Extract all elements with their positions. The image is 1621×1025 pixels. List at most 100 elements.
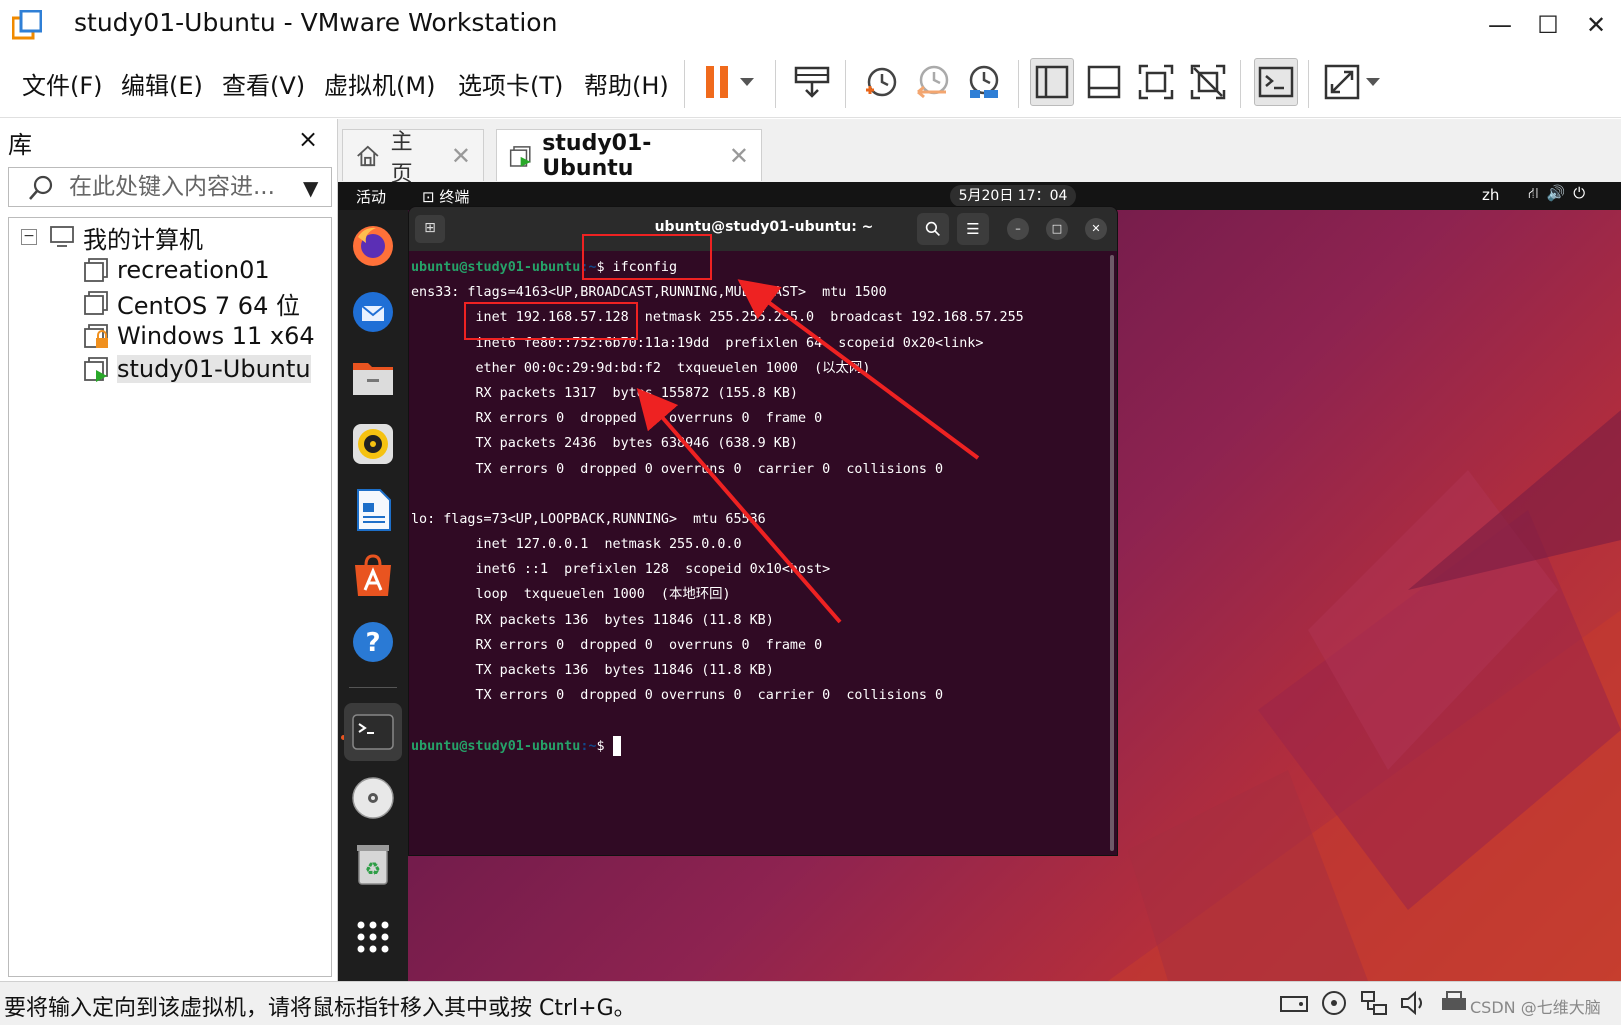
help-icon: ? [353,622,393,662]
hamburger-icon: ☰ [966,220,980,238]
tree-item-label: recreation01 [117,256,270,284]
terminal-scrollbar[interactable] [1110,255,1114,851]
toolbar-separator [1308,60,1309,108]
dock-help[interactable]: ? [349,618,397,666]
clock[interactable]: 5月20日 17：04 [950,185,1076,207]
tree-item-study01-ubuntu[interactable]: study01-Ubuntu [83,353,311,385]
tree-item-recreation01[interactable]: recreation01 [83,254,270,286]
app-center-icon [355,554,391,596]
maximize-button[interactable]: ☐ [1528,8,1568,42]
menu-view[interactable]: 查看(V) [222,66,305,101]
dock-dvd[interactable] [349,774,397,822]
prompt-user: ubuntu@study01-ubuntu [411,738,581,754]
network-adapter-icon[interactable] [1358,988,1390,1018]
cd-drive-icon[interactable] [1318,988,1350,1018]
tree-root-my-computer[interactable]: 我的计算机 [49,221,203,254]
terminal-close-button[interactable]: ✕ [1085,218,1107,240]
tab-close-button[interactable]: ✕ [451,142,471,170]
status-bar: 要将输入定向到该虚拟机，请将鼠标指针移入其中或按 Ctrl+G。 CSDN @七… [0,981,1621,1025]
terminal-line: lo: flags=73<UP,LOOPBACK,RUNNING> mtu 65… [411,511,766,527]
libreoffice-writer-icon [357,489,391,531]
search-icon [925,221,940,236]
system-tray[interactable]: ⛙🔊⏻ [1528,184,1593,204]
library-close-button[interactable]: × [298,125,318,153]
menu-vm[interactable]: 虚拟机(M) [324,66,435,101]
library-search-input[interactable] [69,171,289,203]
terminal-search-button[interactable] [917,213,949,245]
dock-trash[interactable]: ♻ [349,840,397,888]
vm-console[interactable]: 活动 ⊡ 终端 5月20日 17：04 zh ⛙🔊⏻ ? ♻ ⊞ ubuntu@… [338,182,1621,981]
activities-button[interactable]: 活动 [356,186,386,207]
printer-icon[interactable] [1438,988,1470,1018]
menu-tabs[interactable]: 选项卡(T) [458,66,563,101]
tree-item-label: Windows 11 x64 [117,322,315,350]
send-ctrl-alt-del-button[interactable] [790,58,834,106]
tree-root-label: 我的计算机 [83,225,203,254]
snapshot-manager-button[interactable] [962,58,1006,106]
dock-libreoffice-writer[interactable] [349,486,397,534]
pause-button[interactable] [700,58,760,106]
dock-thunderbird[interactable] [349,288,397,336]
terminal-header: ⊞ ubuntu@study01-ubuntu: ~ ☰ – □ ✕ [409,207,1117,251]
device-icons [1278,988,1470,1018]
terminal-line: ether 00:0c:29:9d:bd:f2 txqueuelen 1000 … [411,360,871,376]
dock-files[interactable] [349,354,397,402]
thumbnail-bar-icon [1087,65,1121,99]
revert-snapshot-button[interactable] [910,58,954,106]
dock-show-apps[interactable] [349,913,397,961]
svg-text:?: ? [365,628,380,658]
terminal-small-icon: ⊡ [422,188,440,206]
dock-terminal[interactable] [344,703,402,761]
stretch-guest-button[interactable] [1322,58,1386,106]
search-dropdown-icon[interactable]: ▼ [303,176,318,200]
vmware-logo-icon [12,10,42,40]
terminal-line: loop txqueuelen 1000 (本地环回) [411,587,731,603]
dvd-icon [352,777,394,819]
tree-item-centos[interactable]: CentOS 7 64 位 [83,287,300,320]
snapshot-take-icon [866,67,897,97]
rhythmbox-icon [353,424,393,464]
stretch-guest-icon [1324,64,1380,100]
dock-rhythmbox[interactable] [349,420,397,468]
library-view-icon [1035,65,1069,99]
terminal-maximize-button[interactable]: □ [1046,218,1068,240]
take-snapshot-button[interactable] [858,58,902,106]
app-menu[interactable]: ⊡ 终端 [422,186,469,207]
tab-label: study01-Ubuntu [542,130,652,181]
tab-study01-ubuntu[interactable]: study01-Ubuntu ✕ [496,129,762,181]
close-button[interactable]: ✕ [1576,8,1616,42]
tab-home[interactable]: 主页 ✕ [342,129,484,187]
menu-help[interactable]: 帮助(H) [584,66,669,101]
menu-edit[interactable]: 编辑(E) [121,66,203,101]
full-screen-button[interactable] [1134,58,1178,106]
library-panel: 库 × ▼ − 我的计算机 recreation01 [0,119,338,981]
dock-separator [349,687,397,688]
tree-collapse-toggle[interactable]: − [21,229,37,245]
input-language[interactable]: zh [1482,186,1499,204]
network-icon: ⛙ [1528,184,1547,202]
vm-icon [84,258,108,282]
terminal-minimize-button[interactable]: – [1007,218,1029,240]
console-view-button[interactable] [1254,58,1298,106]
library-view-button[interactable] [1030,58,1074,106]
snapshot-revert-icon [917,65,949,99]
vm-icon [84,291,108,315]
dock-firefox[interactable] [349,222,397,270]
window-title: study01-Ubuntu - VMware Workstation [74,8,558,37]
terminal-menu-button[interactable]: ☰ [957,213,989,245]
tab-close-button[interactable]: ✕ [729,142,749,170]
files-icon [353,363,393,395]
unity-button[interactable] [1186,58,1230,106]
minimize-button[interactable]: — [1480,8,1520,42]
trash-icon: ♻ [357,845,389,885]
dock-app-center[interactable] [349,552,397,600]
svg-text:♻: ♻ [365,859,381,880]
tree-item-windows11[interactable]: Windows 11 x64 [83,320,315,352]
sound-card-icon[interactable] [1398,988,1430,1018]
toolbar-separator [775,60,776,108]
menu-file[interactable]: 文件(F) [22,66,103,101]
terminal-line: TX errors 0 dropped 0 overruns 0 carrier… [411,688,944,704]
thumbnail-bar-button[interactable] [1082,58,1126,106]
hard-disk-icon[interactable] [1278,988,1310,1018]
